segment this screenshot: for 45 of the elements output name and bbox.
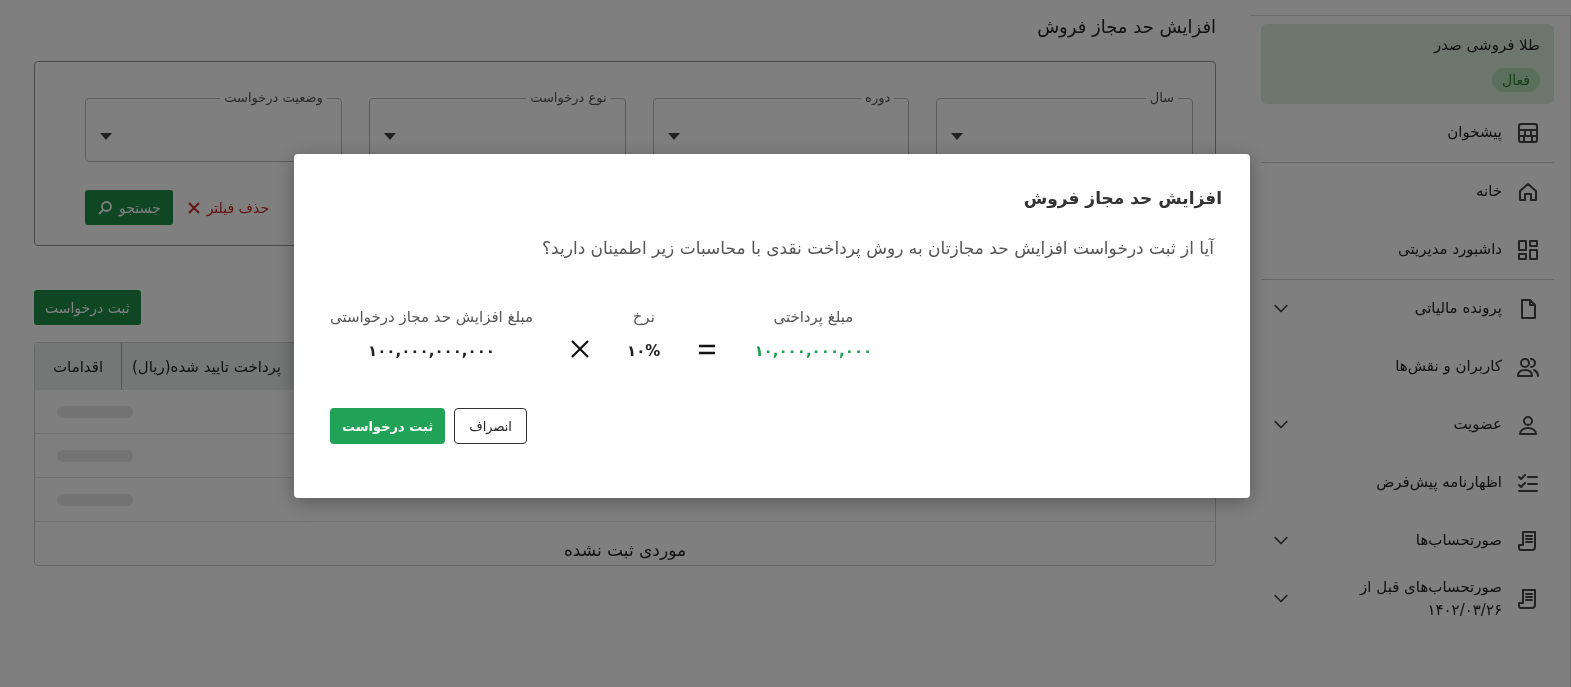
empty-message: موردی ثبت نشده bbox=[562, 540, 688, 560]
field-label: نوع درخواست bbox=[529, 90, 608, 106]
field-label: وضعیت درخواست bbox=[223, 90, 324, 106]
amount-label: مبلغ افزایش حد مجاز درخواستی bbox=[330, 308, 534, 326]
multiply-icon bbox=[569, 338, 592, 360]
org-name: طلا فروشی صدر bbox=[1433, 36, 1540, 54]
amount-value: ۱۰,۰۰۰,۰۰۰,۰۰۰ bbox=[754, 342, 873, 360]
dropdown-arrow-icon bbox=[383, 132, 396, 141]
sidebar-item[interactable]: اظهارنامه پیش‌فرض bbox=[1376, 471, 1502, 495]
column-header: اقدامات bbox=[35, 343, 122, 390]
search-icon bbox=[97, 199, 113, 216]
sidebar-item[interactable]: صورتحساب‌های قبل از ۱۴۰۲/۰۳/۲۶ bbox=[1352, 575, 1502, 623]
sidebar-item[interactable]: داشبورد مدیریتی bbox=[1398, 238, 1502, 262]
amount-label: مبلغ پرداختی bbox=[773, 308, 854, 326]
search-button[interactable]: جستجو bbox=[85, 190, 173, 225]
dropdown-arrow-icon bbox=[951, 132, 964, 141]
amount-label: نرخ bbox=[632, 308, 655, 326]
amount-value: ۱۰۰,۰۰۰,۰۰۰,۰۰۰ bbox=[368, 342, 495, 360]
dialog-title: افزایش حد مجاز فروش bbox=[1023, 188, 1222, 208]
cancel-button[interactable]: انصراف bbox=[454, 408, 527, 444]
sidebar-item[interactable]: صورتحساب‌ها bbox=[1415, 529, 1502, 553]
sidebar-item[interactable]: پیشخوان bbox=[1447, 121, 1502, 145]
column-header: پرداخت تایید شده(ریال) bbox=[131, 356, 283, 378]
close-icon bbox=[186, 200, 201, 215]
dialog-message: آیا از ثبت درخواست افزایش حد مجازتان به روش پرداخت نقدی با محاسبات زیر اطمینان دارید؟ bbox=[542, 238, 1216, 258]
sidebar-item[interactable]: عضویت bbox=[1453, 413, 1502, 437]
field-label: دوره bbox=[864, 90, 892, 106]
clear-filter-link[interactable]: حذف فیلتر bbox=[186, 199, 270, 216]
table-icon bbox=[1516, 121, 1540, 145]
register-button[interactable]: ثبت درخواست bbox=[34, 290, 141, 325]
sidebar-item[interactable]: کاربران و نقش‌ها bbox=[1395, 355, 1502, 379]
user-icon bbox=[1516, 413, 1540, 437]
dropdown-arrow-icon bbox=[100, 132, 112, 141]
checklist-icon bbox=[1516, 471, 1540, 495]
dashboard-icon bbox=[1516, 238, 1540, 262]
field-label: سال bbox=[1148, 90, 1175, 106]
page-title: افزایش حد مجاز فروش bbox=[1037, 16, 1216, 37]
amount-value: ۱۰% bbox=[627, 342, 661, 360]
users-icon bbox=[1516, 355, 1540, 379]
status-badge: فعال bbox=[1492, 68, 1540, 92]
sidebar-item[interactable]: خانه bbox=[1475, 180, 1502, 204]
submit-button[interactable]: ثبت درخواست bbox=[330, 408, 446, 444]
home-icon bbox=[1516, 180, 1540, 204]
sidebar-item[interactable]: پرونده مالیاتی bbox=[1414, 297, 1502, 321]
dropdown-arrow-icon bbox=[667, 132, 680, 141]
